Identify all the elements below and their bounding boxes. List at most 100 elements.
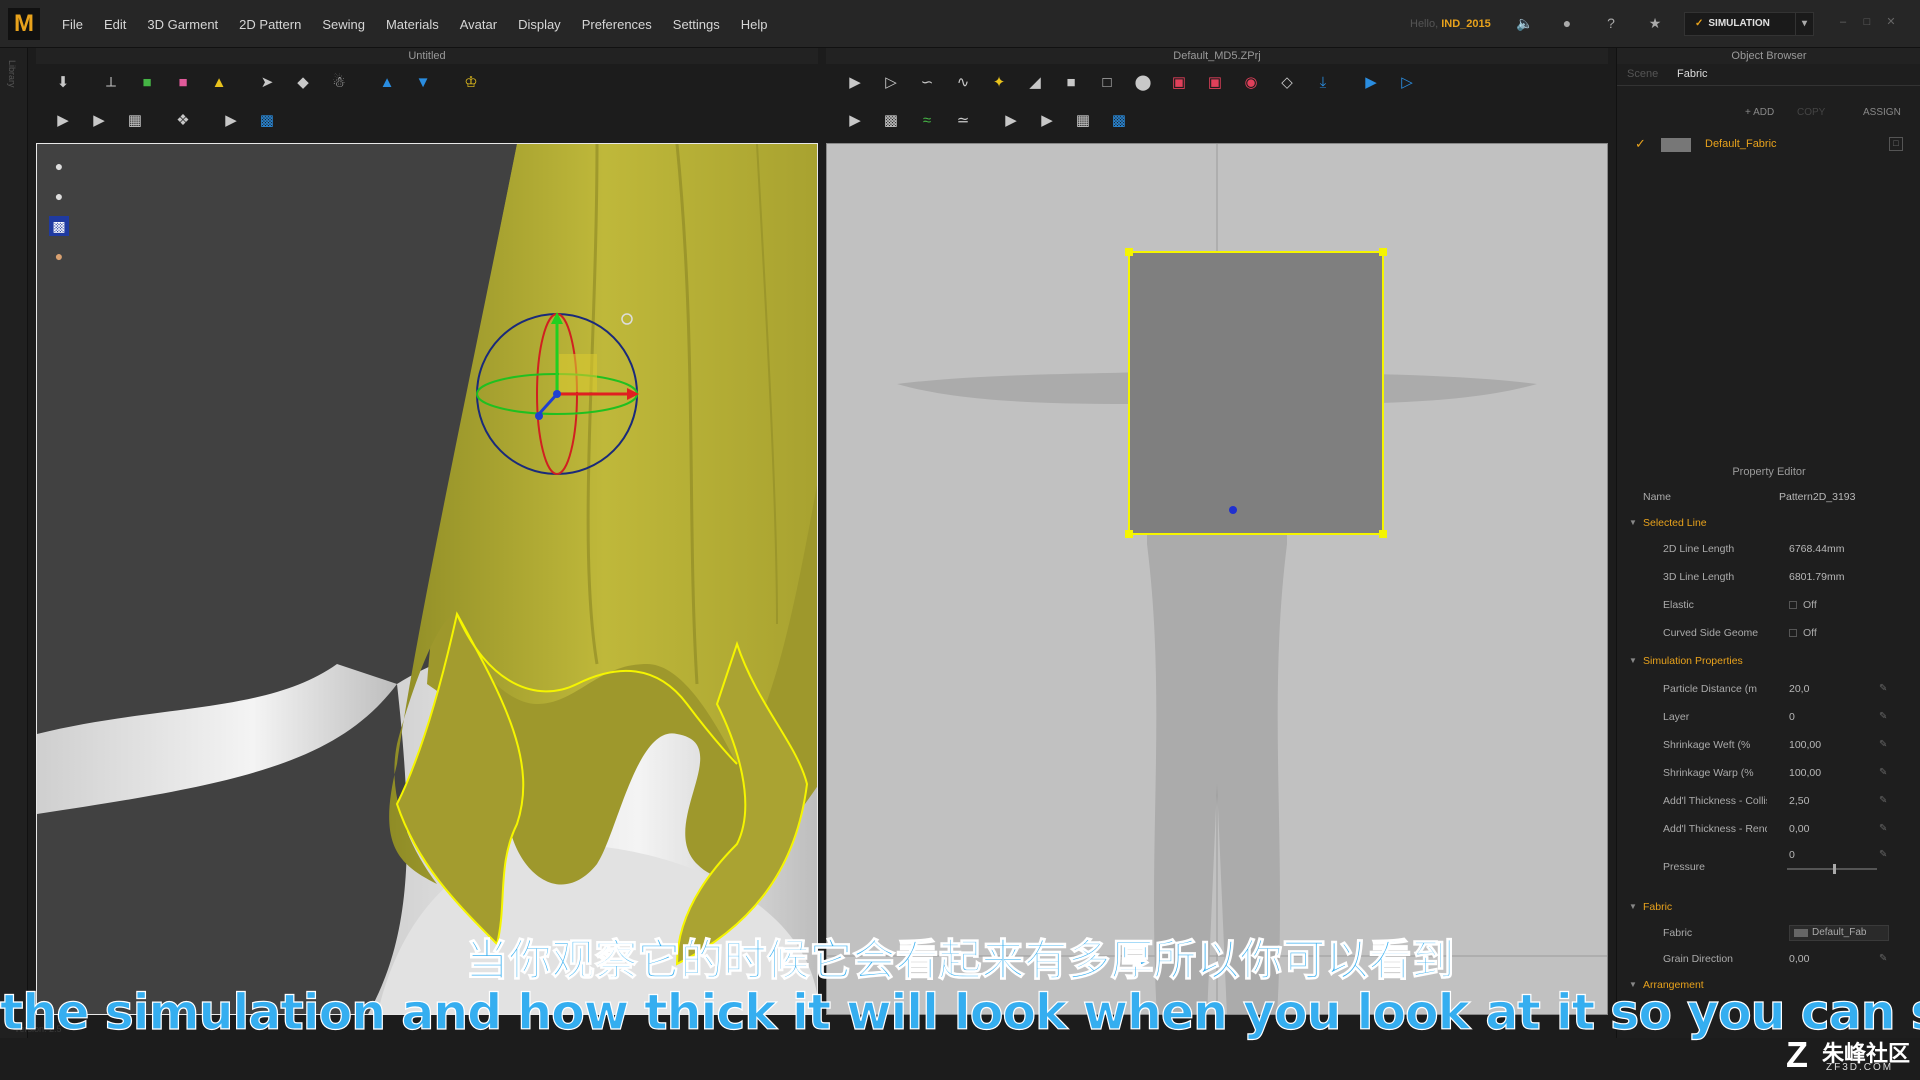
speaker-icon[interactable]: 🔈 — [1516, 14, 1534, 32]
tack-blue-icon[interactable]: ▶ — [86, 108, 112, 132]
arrangement-icon[interactable]: ▲ — [374, 70, 400, 94]
polygon-icon[interactable]: ◢ — [1022, 70, 1048, 94]
curved-checkbox[interactable] — [1789, 629, 1797, 637]
pressure-slider[interactable] — [1787, 868, 1877, 870]
fold-2d-icon[interactable]: ▶ — [1358, 70, 1384, 94]
menu-file[interactable]: File — [62, 17, 83, 32]
edit-curvature-icon[interactable]: ∽ — [914, 70, 940, 94]
user-name[interactable]: IND_2015 — [1441, 18, 1491, 30]
pencil-icon[interactable]: ✎ — [1879, 734, 1887, 756]
unfold-icon[interactable]: ▷ — [1394, 70, 1420, 94]
texture-view-icon[interactable]: ▩ — [49, 216, 69, 236]
pencil-icon[interactable]: ✎ — [1879, 844, 1887, 866]
pressure-input[interactable]: 0 — [1789, 844, 1795, 866]
menu-sewing[interactable]: Sewing — [322, 17, 365, 32]
particle-input[interactable]: 20,0 — [1789, 678, 1809, 700]
internal-rectangle-icon[interactable]: ▣ — [1202, 70, 1228, 94]
fold-arrange-icon[interactable]: ▶ — [218, 108, 244, 132]
copy-button[interactable]: COPY — [1797, 104, 1825, 122]
property-name-value[interactable]: Pattern2D_3193 — [1779, 486, 1855, 508]
tab-scene[interactable]: Scene — [1627, 68, 1658, 80]
menu-preferences[interactable]: Preferences — [582, 17, 652, 32]
pattern-piece[interactable] — [1128, 251, 1384, 535]
pin-icon[interactable]: ◆ — [290, 70, 316, 94]
menu-help[interactable]: Help — [741, 17, 768, 32]
thickness-rendering-input[interactable]: 0,00 — [1789, 818, 1809, 840]
section-selected-line[interactable]: ▼ Selected Line — [1617, 512, 1920, 534]
fabric-list-item[interactable]: ✓ Default_Fabric □ — [1617, 134, 1920, 156]
library-strip[interactable]: Library — [0, 48, 28, 1038]
close-icon[interactable]: ✕ — [1884, 16, 1898, 28]
simulate-icon[interactable]: ♔ — [458, 70, 484, 94]
segment-sewing-icon[interactable]: ▶ — [842, 108, 868, 132]
pencil-icon[interactable]: ✎ — [1879, 706, 1887, 728]
minimize-icon[interactable]: – — [1836, 16, 1850, 28]
transform-pattern-icon[interactable]: ▶ — [842, 70, 868, 94]
fold-icon[interactable]: ▲ — [206, 70, 232, 94]
menu-materials[interactable]: Materials — [386, 17, 439, 32]
weft-input[interactable]: 100,00 — [1789, 734, 1821, 756]
dart-icon[interactable]: ◇ — [1274, 70, 1300, 94]
mode-selector[interactable]: ✓ SIMULATION ▾ — [1684, 12, 1814, 36]
pencil-icon[interactable]: ✎ — [1879, 678, 1887, 700]
section-fabric[interactable]: ▼ Fabric — [1617, 896, 1920, 918]
menu-display[interactable]: Display — [518, 17, 561, 32]
menu-2d-pattern[interactable]: 2D Pattern — [239, 17, 301, 32]
edit-icon[interactable]: □ — [1889, 137, 1903, 151]
avatar-white-icon[interactable]: ● — [49, 156, 69, 176]
texture-icon[interactable]: ▩ — [254, 108, 280, 132]
grid-2d-icon[interactable]: ▦ — [1070, 108, 1096, 132]
garment-green-icon[interactable]: ■ — [134, 70, 160, 94]
restore-icon[interactable]: □ — [1860, 16, 1874, 28]
edit-curve-point-icon[interactable]: ∿ — [950, 70, 976, 94]
transform-select-icon[interactable]: ⟂ — [98, 70, 124, 94]
viewport-3d[interactable]: ● ● ▩ ● — [36, 143, 818, 1015]
square-icon[interactable]: □ — [1094, 70, 1120, 94]
texture-blue-icon[interactable]: ▶ — [1034, 108, 1060, 132]
arrangement-point-icon[interactable]: ▼ — [410, 70, 436, 94]
edit-sewing-icon[interactable]: ≃ — [950, 108, 976, 132]
avatar-grey-icon[interactable]: ● — [49, 186, 69, 206]
viewport-2d[interactable] — [826, 143, 1608, 1015]
pencil-icon[interactable]: ✎ — [1879, 790, 1887, 812]
chevron-down-icon[interactable]: ▾ — [1795, 13, 1813, 35]
thickness-collision-input[interactable]: 2,50 — [1789, 790, 1809, 812]
add-button[interactable]: + ADD — [1745, 104, 1774, 122]
rectangle-icon[interactable]: ■ — [1058, 70, 1084, 94]
edit-pattern-icon[interactable]: ▷ — [878, 70, 904, 94]
prop-particle-distance: Particle Distance (m 20,0 ✎ — [1617, 678, 1920, 700]
warp-input[interactable]: 100,00 — [1789, 762, 1821, 784]
pressure-slider-handle[interactable] — [1833, 864, 1836, 874]
avatar-measure-icon[interactable]: ☃ — [326, 70, 352, 94]
tack-icon[interactable]: ▶ — [50, 108, 76, 132]
section-simulation-properties[interactable]: ▼ Simulation Properties — [1617, 650, 1920, 672]
layer-input[interactable]: 0 — [1789, 706, 1795, 728]
pencil-icon[interactable]: ✎ — [1879, 818, 1887, 840]
assign-button[interactable]: ASSIGN — [1863, 104, 1901, 122]
internal-circle-icon[interactable]: ◉ — [1238, 70, 1264, 94]
add-point-icon[interactable]: ✦ — [986, 70, 1012, 94]
user-icon[interactable]: ● — [1558, 14, 1576, 32]
elastic-checkbox[interactable] — [1789, 601, 1797, 609]
texture-edit-icon[interactable]: ▶ — [998, 108, 1024, 132]
menu-settings[interactable]: Settings — [673, 17, 720, 32]
tab-fabric[interactable]: Fabric — [1677, 68, 1708, 80]
circle-icon[interactable]: ⬤ — [1130, 70, 1156, 94]
garment-down-icon[interactable]: ⬇ — [50, 70, 76, 94]
free-sewing-icon[interactable]: ▩ — [878, 108, 904, 132]
avatar-skin-icon[interactable]: ● — [49, 246, 69, 266]
select-mesh-icon[interactable]: ➤ — [254, 70, 280, 94]
strengthen-icon[interactable]: ❖ — [170, 108, 196, 132]
menu-avatar[interactable]: Avatar — [460, 17, 497, 32]
multi-sewing-icon[interactable]: ≈ — [914, 108, 940, 132]
help-icon[interactable]: ? — [1602, 14, 1620, 32]
pencil-icon[interactable]: ✎ — [1879, 762, 1887, 784]
graphic-icon[interactable]: ▩ — [1106, 108, 1132, 132]
menu-edit[interactable]: Edit — [104, 17, 126, 32]
garment-pink-icon[interactable]: ■ — [170, 70, 196, 94]
trace-icon[interactable]: ⤓ — [1310, 70, 1336, 94]
grid-icon[interactable]: ▦ — [122, 108, 148, 132]
menu-3d-garment[interactable]: 3D Garment — [147, 17, 218, 32]
internal-polygon-icon[interactable]: ▣ — [1166, 70, 1192, 94]
community-icon[interactable]: ★ — [1646, 14, 1664, 32]
